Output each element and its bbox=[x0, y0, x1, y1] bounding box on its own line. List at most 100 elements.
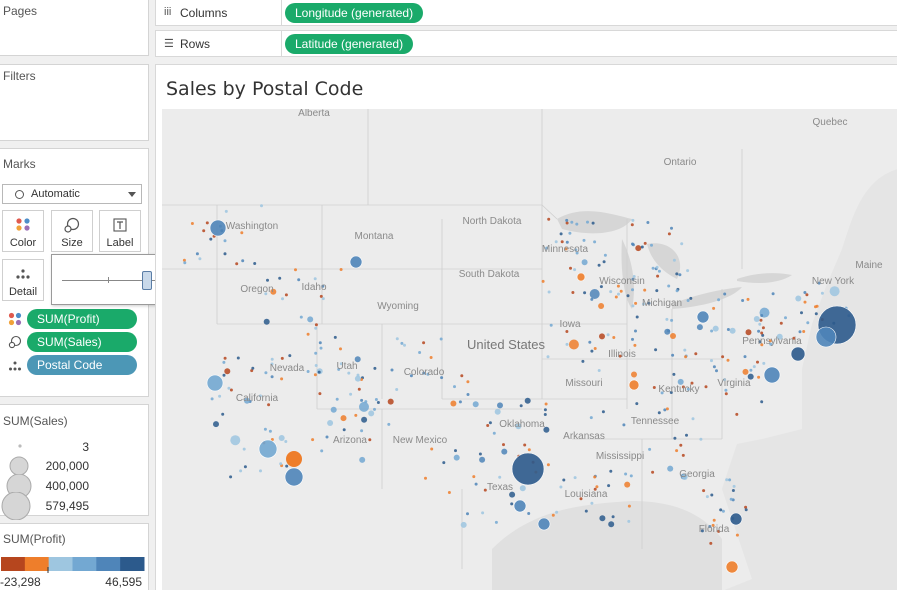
postal-code-mark[interactable] bbox=[617, 292, 620, 296]
postal-code-mark[interactable] bbox=[243, 465, 247, 469]
postal-code-mark[interactable] bbox=[599, 515, 606, 522]
postal-code-mark[interactable] bbox=[368, 410, 375, 417]
sales-size-pill[interactable]: SUM(Sales) bbox=[27, 332, 137, 352]
postal-code-mark[interactable] bbox=[349, 255, 363, 269]
postal-code-mark[interactable] bbox=[614, 295, 618, 299]
postal-code-mark[interactable] bbox=[281, 297, 284, 301]
postal-code-mark[interactable] bbox=[712, 306, 716, 310]
postal-code-mark[interactable] bbox=[583, 291, 587, 295]
postal-code-mark[interactable] bbox=[630, 223, 634, 227]
postal-code-mark[interactable] bbox=[466, 380, 470, 384]
postal-code-mark[interactable] bbox=[299, 315, 303, 319]
postal-code-mark[interactable] bbox=[675, 449, 679, 453]
postal-detail-pill[interactable]: Postal Code bbox=[27, 355, 137, 375]
postal-code-mark[interactable] bbox=[318, 392, 322, 396]
postal-code-mark[interactable] bbox=[307, 316, 314, 323]
postal-code-mark[interactable] bbox=[667, 465, 674, 472]
postal-code-mark[interactable] bbox=[743, 355, 747, 359]
postal-code-mark[interactable] bbox=[359, 401, 369, 412]
postal-code-mark[interactable] bbox=[460, 521, 467, 528]
postal-code-mark[interactable] bbox=[704, 385, 708, 389]
postal-code-mark[interactable] bbox=[313, 373, 317, 377]
postal-code-mark[interactable] bbox=[335, 397, 339, 401]
postal-code-mark[interactable] bbox=[624, 481, 631, 488]
postal-code-mark[interactable] bbox=[634, 301, 638, 305]
detail-button[interactable]: Detail bbox=[2, 259, 44, 301]
postal-code-mark[interactable] bbox=[815, 304, 819, 308]
postal-code-mark[interactable] bbox=[757, 329, 761, 333]
postal-code-mark[interactable] bbox=[241, 259, 245, 263]
postal-code-mark[interactable] bbox=[631, 243, 635, 247]
postal-code-mark[interactable] bbox=[486, 424, 490, 427]
postal-code-mark[interactable] bbox=[712, 518, 716, 522]
postal-code-mark[interactable] bbox=[673, 436, 677, 440]
postal-code-mark[interactable] bbox=[492, 431, 496, 435]
profit-color-pill[interactable]: SUM(Profit) bbox=[27, 309, 137, 329]
postal-code-mark[interactable] bbox=[209, 219, 227, 237]
postal-code-mark[interactable] bbox=[263, 318, 270, 325]
postal-code-mark[interactable] bbox=[565, 218, 569, 222]
postal-code-mark[interactable] bbox=[339, 268, 343, 271]
postal-code-mark[interactable] bbox=[547, 217, 551, 221]
postal-code-mark[interactable] bbox=[758, 322, 762, 326]
postal-code-mark[interactable] bbox=[400, 341, 404, 345]
postal-code-mark[interactable] bbox=[547, 290, 551, 294]
postal-code-mark[interactable] bbox=[368, 438, 372, 442]
postal-code-mark[interactable] bbox=[581, 359, 585, 363]
postal-code-mark[interactable] bbox=[670, 226, 673, 230]
postal-code-mark[interactable] bbox=[373, 407, 376, 411]
postal-code-mark[interactable] bbox=[568, 339, 579, 350]
postal-code-mark[interactable] bbox=[631, 304, 635, 308]
postal-code-mark[interactable] bbox=[340, 415, 347, 422]
postal-code-mark[interactable] bbox=[588, 340, 592, 344]
postal-code-mark[interactable] bbox=[671, 353, 675, 357]
postal-code-mark[interactable] bbox=[595, 485, 599, 489]
postal-code-mark[interactable] bbox=[646, 221, 650, 224]
postal-code-mark[interactable] bbox=[288, 354, 292, 358]
postal-code-mark[interactable] bbox=[721, 355, 725, 359]
postal-code-mark[interactable] bbox=[576, 272, 586, 282]
postal-code-mark[interactable] bbox=[689, 296, 693, 300]
postal-code-mark[interactable] bbox=[699, 437, 703, 441]
postal-code-mark[interactable] bbox=[202, 229, 206, 233]
postal-code-mark[interactable] bbox=[306, 370, 310, 373]
postal-code-mark[interactable] bbox=[712, 365, 716, 369]
postal-code-mark[interactable] bbox=[418, 351, 422, 354]
postal-code-mark[interactable] bbox=[729, 327, 736, 334]
postal-code-mark[interactable] bbox=[611, 515, 615, 519]
postal-code-mark[interactable] bbox=[568, 231, 572, 235]
postal-code-mark[interactable] bbox=[284, 467, 304, 487]
postal-code-mark[interactable] bbox=[330, 406, 337, 413]
postal-code-mark[interactable] bbox=[562, 478, 566, 482]
postal-code-mark[interactable] bbox=[729, 512, 743, 526]
postal-code-mark[interactable] bbox=[314, 351, 318, 355]
postal-code-mark[interactable] bbox=[760, 331, 764, 335]
postal-code-mark[interactable] bbox=[732, 484, 736, 488]
postal-code-mark[interactable] bbox=[519, 485, 526, 492]
postal-code-mark[interactable] bbox=[709, 541, 713, 545]
postal-code-mark[interactable] bbox=[634, 329, 637, 333]
postal-code-mark[interactable] bbox=[719, 508, 723, 512]
postal-code-mark[interactable] bbox=[229, 388, 233, 392]
postal-code-mark[interactable] bbox=[779, 321, 783, 325]
postal-code-mark[interactable] bbox=[717, 298, 721, 302]
postal-code-mark[interactable] bbox=[314, 364, 318, 367]
postal-code-mark[interactable] bbox=[729, 497, 733, 501]
postal-code-mark[interactable] bbox=[458, 400, 462, 404]
postal-code-mark[interactable] bbox=[544, 402, 548, 406]
postal-code-mark[interactable] bbox=[710, 359, 713, 363]
postal-code-mark[interactable] bbox=[439, 337, 443, 341]
postal-code-mark[interactable] bbox=[527, 512, 531, 515]
postal-code-mark[interactable] bbox=[742, 368, 749, 375]
postal-code-mark[interactable] bbox=[313, 277, 317, 281]
map-view[interactable]: Alberta Quebec Ontario Washington North Dako… bbox=[162, 109, 897, 590]
postal-code-mark[interactable] bbox=[601, 410, 605, 414]
postal-code-mark[interactable] bbox=[715, 369, 718, 373]
postal-code-mark[interactable] bbox=[546, 355, 550, 359]
postal-code-mark[interactable] bbox=[680, 242, 684, 246]
postal-code-mark[interactable] bbox=[278, 435, 285, 441]
postal-code-mark[interactable] bbox=[284, 293, 288, 297]
postal-code-mark[interactable] bbox=[802, 330, 806, 333]
rows-shelf[interactable]: ☰ Rows Latitude (generated) bbox=[155, 30, 897, 57]
postal-code-mark[interactable] bbox=[731, 489, 735, 492]
